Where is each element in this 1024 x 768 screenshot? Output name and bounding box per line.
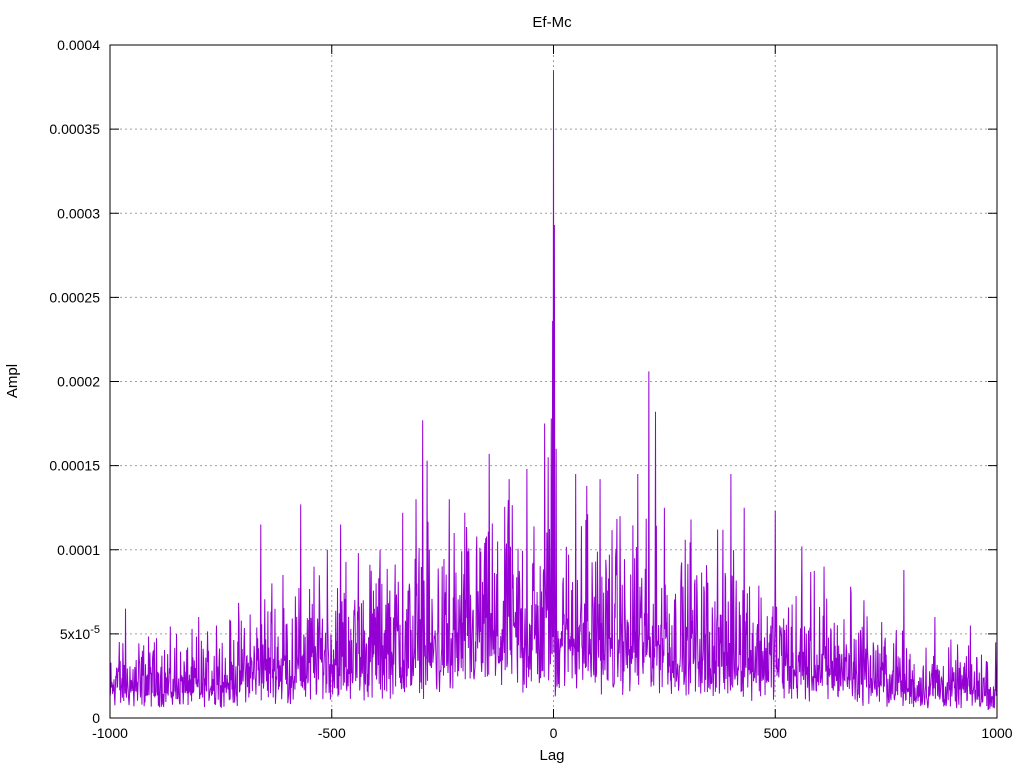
y-tick-label: 0.0004 — [57, 37, 100, 53]
series-line-group — [109, 70, 998, 711]
y-tick-label: 0.0003 — [57, 205, 100, 221]
x-tick-label: -500 — [318, 725, 346, 741]
y-tick-label: 0.00025 — [49, 289, 100, 305]
x-axis-label: Lag — [539, 747, 564, 764]
y-tick-label: 0.00035 — [49, 121, 100, 137]
y-tick-label: 5x10-5 — [60, 624, 100, 642]
x-tick-label: 1000 — [981, 725, 1012, 741]
x-tick-labels: -1000 -500 0 500 1000 — [92, 725, 1013, 741]
x-tick-label: 500 — [764, 725, 788, 741]
y-tick-label: 0.0002 — [57, 374, 100, 390]
y-tick-label-mantissa: 5x10 — [60, 626, 91, 642]
x-tick-label: 0 — [550, 725, 558, 741]
chart-title: Ef-Mc — [532, 14, 572, 31]
y-axis-label: Ampl — [4, 364, 21, 398]
series-line — [109, 70, 998, 711]
y-tick-label: 0 — [92, 710, 100, 726]
y-tick-label: 0.0001 — [57, 542, 100, 558]
y-tick-label: 0.00015 — [49, 458, 100, 474]
x-tick-label: -1000 — [92, 725, 128, 741]
chart-svg: Ef-Mc -1000 -500 0 500 1000 0 5x10-5 0.0001 0.0… — [4, 14, 1013, 764]
y-tick-labels: 0 5x10-5 0.0001 0.00015 0.0002 0.00025 0.0003 0… — [49, 37, 100, 726]
y-tick-label-exponent: -5 — [90, 624, 100, 636]
